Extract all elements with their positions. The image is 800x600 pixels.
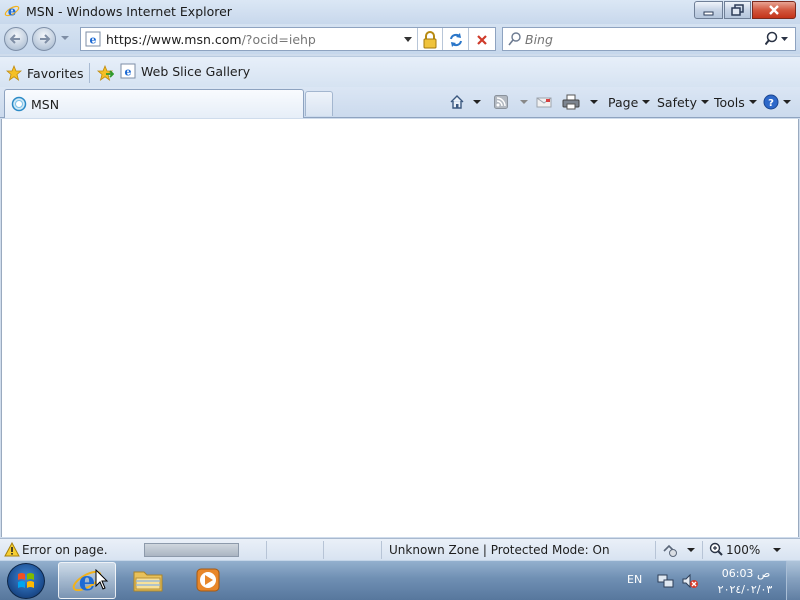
window-title: MSN - Windows Internet Explorer <box>26 4 232 19</box>
recent-pages-dropdown-icon[interactable] <box>60 34 70 42</box>
status-bar: Error on page. Unknown Zone | Protected … <box>0 538 800 560</box>
taskbar: e EN 06:03 ص ٢٠٢٤/٠٢/٠٣ <box>0 560 800 600</box>
page-menu-label: Page <box>608 94 639 110</box>
address-dropdown-icon[interactable] <box>403 32 413 46</box>
warning-icon[interactable] <box>4 542 20 557</box>
add-to-favorites-bar-icon[interactable] <box>96 65 114 81</box>
chevron-down-icon <box>700 100 709 104</box>
navigation-bar: e https://www.msn.com/?ocid=iehp <box>0 24 800 54</box>
taskbar-windows-explorer[interactable] <box>120 562 178 599</box>
clock-time[interactable]: 06:03 ص <box>720 567 772 580</box>
forward-button[interactable] <box>32 27 56 51</box>
back-button[interactable] <box>4 27 28 51</box>
rss-feed-icon <box>494 95 508 109</box>
add-ons-dropdown-icon[interactable] <box>687 548 695 552</box>
address-path: /?ocid=iehp <box>241 32 316 47</box>
favorites-star-icon <box>6 65 22 81</box>
close-icon <box>769 5 779 15</box>
svg-text:e: e <box>90 34 97 47</box>
new-tab-button[interactable] <box>305 91 333 116</box>
windows-logo-icon <box>18 573 34 588</box>
print-button[interactable] <box>562 92 598 112</box>
add-ons-icon[interactable] <box>661 542 679 558</box>
svg-text:e: e <box>79 567 96 597</box>
refresh-icon[interactable] <box>447 31 465 49</box>
stop-icon[interactable] <box>473 31 491 49</box>
page-ie-icon: e <box>120 63 136 79</box>
media-player-icon <box>196 568 220 592</box>
ie-window: e MSN - Windows Internet Explorer e http… <box>0 0 800 560</box>
zoom-dropdown-icon[interactable] <box>773 548 781 552</box>
volume-muted-icon[interactable] <box>681 572 699 590</box>
show-desktop-button[interactable] <box>786 561 800 600</box>
restore-button[interactable] <box>724 1 751 19</box>
chevron-down-icon <box>642 100 651 104</box>
input-language-indicator[interactable]: EN <box>627 573 642 586</box>
security-zone-status[interactable]: Unknown Zone | Protected Mode: On <box>389 543 610 557</box>
print-dropdown-icon[interactable] <box>590 100 598 104</box>
mail-icon <box>536 97 552 108</box>
zoom-icon[interactable] <box>709 542 723 556</box>
minimize-button[interactable] <box>694 1 723 19</box>
progress-fill <box>145 544 238 556</box>
taskbar-media-player[interactable] <box>180 562 238 599</box>
chevron-down-icon <box>748 100 757 104</box>
address-host: https://www.msn.com <box>106 32 242 47</box>
lock-icon[interactable] <box>421 31 439 49</box>
home-button[interactable] <box>449 92 481 112</box>
search-icon[interactable] <box>765 31 791 47</box>
minimize-icon <box>703 11 714 16</box>
ie-icon: e <box>4 5 20 20</box>
feeds-dropdown-icon[interactable] <box>520 100 528 104</box>
clock-date[interactable]: ٢٠٢٤/٠٢/٠٣ <box>712 583 778 596</box>
search-box[interactable] <box>502 27 796 51</box>
back-arrow-icon <box>9 34 20 44</box>
svg-text:?: ? <box>768 98 774 109</box>
title-bar[interactable]: e MSN - Windows Internet Explorer <box>0 0 800 24</box>
tools-menu-label: Tools <box>714 94 745 110</box>
tab-msn[interactable]: MSN <box>4 89 304 118</box>
safety-menu[interactable]: Safety <box>657 92 709 112</box>
page-load-progress <box>144 543 239 557</box>
restore-icon <box>731 4 744 16</box>
address-url[interactable]: https://www.msn.com/?ocid=iehp <box>106 32 316 47</box>
tab-row: MSN Page Safety Tools ? <box>0 87 800 118</box>
home-dropdown-icon[interactable] <box>473 100 481 104</box>
svg-text:e: e <box>125 66 132 79</box>
web-slice-gallery-link[interactable]: e Web Slice Gallery <box>120 63 250 79</box>
network-icon[interactable] <box>657 572 675 590</box>
read-mail-button[interactable] <box>536 92 552 112</box>
status-message[interactable]: Error on page. <box>22 543 108 557</box>
help-icon: ? <box>763 94 779 110</box>
help-menu[interactable]: ? <box>763 92 791 112</box>
web-slice-gallery-label: Web Slice Gallery <box>141 63 251 79</box>
close-button[interactable] <box>752 1 796 19</box>
printer-icon <box>562 94 580 110</box>
chevron-down-icon <box>783 100 791 104</box>
home-icon <box>450 95 464 109</box>
start-button[interactable] <box>7 563 45 599</box>
folder-icon <box>133 571 163 592</box>
safety-menu-label: Safety <box>657 94 697 110</box>
favorites-bar: Favorites e Web Slice Gallery <box>0 56 800 87</box>
address-bar[interactable]: e https://www.msn.com/?ocid=iehp <box>80 27 496 51</box>
favorites-button[interactable]: Favorites <box>6 63 83 83</box>
feeds-button[interactable] <box>494 92 528 112</box>
mouse-cursor-icon <box>95 569 109 590</box>
zoom-level[interactable]: 100% <box>726 543 760 557</box>
page-menu[interactable]: Page <box>608 92 651 112</box>
page-content-area[interactable] <box>1 119 799 537</box>
forward-arrow-icon <box>40 34 51 44</box>
favorites-label: Favorites <box>27 65 84 81</box>
tab-label: MSN <box>31 97 60 112</box>
svg-text:e: e <box>8 5 16 20</box>
page-ie-icon: e <box>85 31 101 47</box>
search-provider-icon <box>508 32 521 46</box>
search-input[interactable] <box>525 30 755 48</box>
loading-spinner-icon <box>11 96 27 112</box>
tools-menu[interactable]: Tools <box>714 92 757 112</box>
